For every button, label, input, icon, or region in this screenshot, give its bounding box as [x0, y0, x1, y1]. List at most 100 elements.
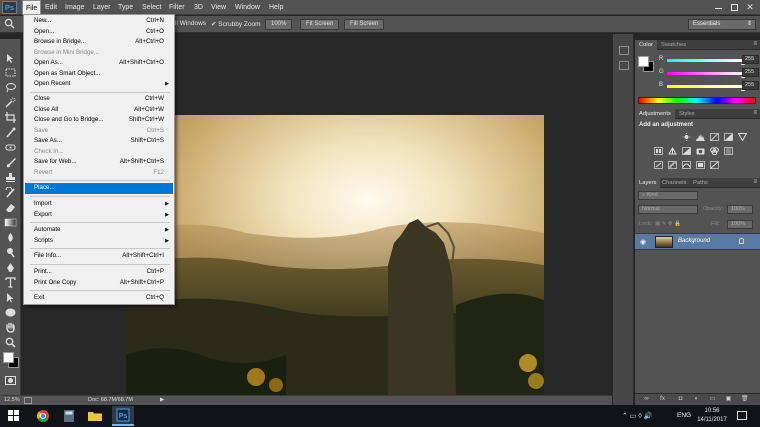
brush-tool-icon[interactable]: [4, 157, 17, 168]
tab-channels[interactable]: Channels: [658, 178, 691, 188]
export-icon[interactable]: [24, 397, 32, 404]
blue-slider-track[interactable]: [667, 85, 743, 88]
menu-item-automate[interactable]: Automate ▶: [25, 225, 173, 236]
red-slider[interactable]: R 255: [659, 55, 759, 65]
gradient-map-icon[interactable]: [710, 161, 719, 169]
chrome-taskbar-icon[interactable]: [32, 406, 54, 426]
blue-value-field[interactable]: 255: [742, 81, 759, 90]
document-image[interactable]: [126, 115, 544, 395]
windows-start-icon[interactable]: [8, 410, 20, 422]
panel-menu-icon[interactable]: ≡: [753, 110, 757, 116]
input-language[interactable]: ENG: [677, 412, 691, 419]
menu-item-open[interactable]: Open... Ctrl+O: [25, 27, 173, 38]
menu-window[interactable]: Window: [232, 0, 263, 15]
zoom-100-button[interactable]: 100%: [265, 19, 293, 30]
file-explorer-taskbar-icon[interactable]: [84, 406, 106, 426]
threshold-icon[interactable]: [682, 161, 691, 169]
menu-item-save-for-web[interactable]: Save for Web... Alt+Shift+Ctrl+S: [25, 157, 173, 168]
fill-field[interactable]: 100%: [727, 220, 753, 229]
workspace-select[interactable]: Essentials ⇕: [688, 19, 756, 30]
menu-file[interactable]: File: [22, 0, 42, 15]
menu-item-open-as-smart-object[interactable]: Open as Smart Object...: [25, 69, 173, 80]
color-spectrum-ramp[interactable]: [638, 97, 756, 104]
blue-slider[interactable]: B 255: [659, 81, 759, 91]
crop-tool-icon[interactable]: [4, 112, 17, 123]
invert-icon[interactable]: [654, 161, 663, 169]
menu-item-file-info[interactable]: File Info... Alt+Shift+Ctrl+I: [25, 251, 173, 262]
menu-item-close-all[interactable]: Close All Alt+Ctrl+W: [25, 105, 173, 116]
pen-tool-icon[interactable]: [4, 262, 17, 273]
menu-3d[interactable]: 3D: [191, 0, 206, 15]
menu-view[interactable]: View: [208, 0, 229, 15]
clock-time[interactable]: 10:56: [697, 407, 727, 416]
menu-filter[interactable]: Filter: [166, 0, 188, 15]
menu-item-import[interactable]: Import ▶: [25, 199, 173, 210]
panel-menu-icon[interactable]: ≡: [753, 179, 757, 185]
green-slider-track[interactable]: [667, 72, 743, 75]
menu-item-save-as[interactable]: Save As... Shift+Ctrl+S: [25, 136, 173, 147]
levels-icon[interactable]: [696, 133, 705, 141]
gradient-tool-icon[interactable]: [4, 217, 17, 228]
zoom-tool-icon[interactable]: [4, 337, 17, 348]
minimize-icon[interactable]: [715, 8, 722, 9]
maximize-icon[interactable]: [731, 4, 738, 11]
eraser-tool-icon[interactable]: [4, 202, 17, 213]
panel-menu-icon[interactable]: ≡: [753, 41, 757, 47]
lock-icon[interactable]: [739, 238, 744, 244]
photoshop-taskbar-icon[interactable]: Ps: [112, 406, 134, 426]
path-selection-tool-icon[interactable]: [4, 292, 17, 303]
menu-item-close[interactable]: Close Ctrl+W: [25, 94, 173, 105]
green-value-field[interactable]: 255: [742, 68, 759, 77]
menu-item-exit[interactable]: Exit Ctrl+Q: [25, 293, 173, 304]
menu-layer[interactable]: Layer: [90, 0, 114, 15]
spot-healing-tool-icon[interactable]: [4, 142, 17, 153]
fill-screen-button[interactable]: Fill Screen: [344, 19, 385, 30]
system-tray-icons[interactable]: ⌃ ▭ ◊ 🔊: [622, 412, 653, 420]
posterize-icon[interactable]: [668, 161, 677, 169]
tab-layers[interactable]: Layers: [635, 178, 661, 188]
color-lookup-icon[interactable]: [724, 147, 733, 155]
menu-item-open-as[interactable]: Open As... Alt+Shift+Ctrl+O: [25, 58, 173, 69]
color-balance-icon[interactable]: [668, 147, 677, 155]
menu-item-scripts[interactable]: Scripts ▶: [25, 236, 173, 247]
green-slider[interactable]: G 255: [659, 68, 759, 78]
menu-item-close-and-go-to-bridge[interactable]: Close and Go to Bridge... Shift+Ctrl+W: [25, 115, 173, 126]
quick-selection-tool-icon[interactable]: [4, 97, 17, 108]
menu-item-new[interactable]: New... Ctrl+N: [25, 16, 173, 27]
history-brush-tool-icon[interactable]: [4, 187, 17, 198]
menu-image[interactable]: Image: [62, 0, 87, 15]
eyedropper-tool-icon[interactable]: [4, 127, 17, 138]
fit-screen-button[interactable]: Fit Screen: [300, 19, 340, 30]
foreground-color-swatch[interactable]: [3, 352, 14, 363]
menu-item-print[interactable]: Print... Ctrl+P: [25, 267, 173, 278]
exposure-icon[interactable]: [724, 133, 733, 141]
zoom-level[interactable]: 12.5%: [4, 397, 20, 403]
menu-help[interactable]: Help: [266, 0, 286, 15]
new-group-icon[interactable]: ▭: [709, 396, 716, 403]
opacity-field[interactable]: 100%: [727, 205, 753, 214]
tab-styles[interactable]: Styles: [675, 109, 699, 119]
hand-tool-icon[interactable]: [4, 322, 17, 333]
lasso-tool-icon[interactable]: [4, 82, 17, 93]
layer-filter-select[interactable]: ⌕ Kind: [638, 191, 698, 200]
link-layers-icon[interactable]: ∞: [643, 396, 650, 403]
panel-foreground-swatch[interactable]: [638, 56, 649, 67]
red-slider-track[interactable]: [667, 59, 743, 62]
brightness-contrast-icon[interactable]: [682, 133, 691, 141]
tab-paths[interactable]: Paths: [689, 178, 712, 188]
marquee-tool-icon[interactable]: [4, 67, 17, 78]
menu-edit[interactable]: Edit: [42, 0, 60, 15]
shape-tool-icon[interactable]: [4, 307, 17, 318]
menu-item-export[interactable]: Export ▶: [25, 210, 173, 221]
tab-adjustments[interactable]: Adjustments: [635, 109, 675, 119]
all-windows-option[interactable]: ll Windows: [175, 20, 206, 27]
tab-swatches[interactable]: Swatches: [657, 40, 690, 50]
history-panel-icon[interactable]: [619, 46, 629, 55]
calculator-taskbar-icon[interactable]: [58, 406, 80, 426]
black-white-icon[interactable]: [682, 147, 691, 155]
delete-layer-icon[interactable]: 🗑: [741, 396, 749, 403]
curves-icon[interactable]: [710, 133, 719, 141]
quick-mask-icon[interactable]: [4, 375, 17, 386]
close-icon[interactable]: ✕: [745, 1, 755, 14]
move-tool-icon[interactable]: [4, 53, 17, 64]
